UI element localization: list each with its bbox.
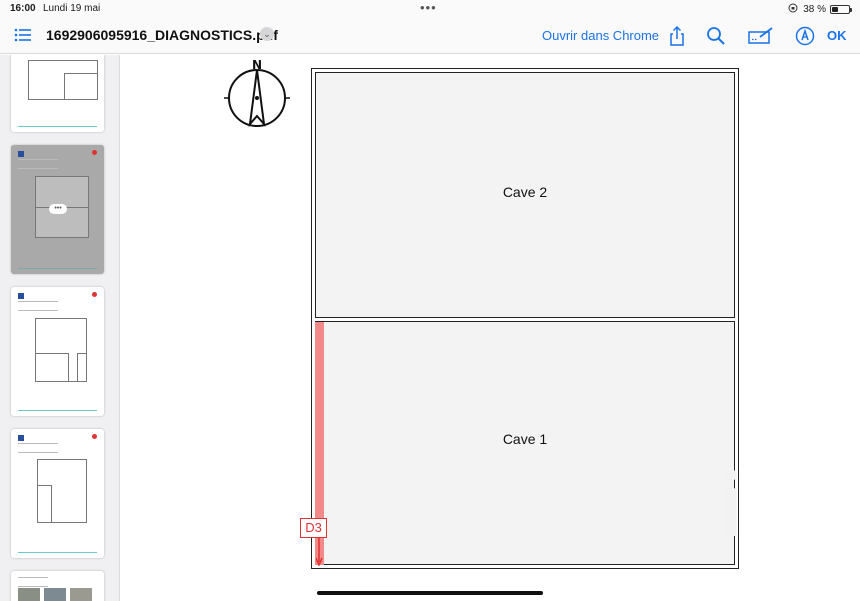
thumbnail-logo	[18, 435, 24, 441]
thumbnail-stamp	[92, 434, 97, 439]
markup-icon[interactable]	[748, 25, 774, 47]
thumbnail-photo	[18, 588, 40, 601]
thumbnail-stamp	[92, 292, 97, 297]
list-icon[interactable]	[14, 27, 32, 43]
document-title[interactable]: 1692906095916_DIAGNOSTICS.pdf	[46, 27, 278, 43]
page-thumbnail-1[interactable]	[11, 55, 104, 132]
orientation-lock-icon	[787, 3, 799, 16]
compass-icon: N	[223, 58, 291, 135]
battery-fill	[832, 7, 838, 12]
status-bar: 16:00 Lundi 19 mai ••• 38 %	[0, 0, 860, 18]
chevron-down-icon[interactable]: ⌄	[260, 27, 274, 41]
watermark-logo: i	[718, 456, 744, 556]
status-date: Lundi 19 mai	[43, 3, 101, 14]
thumbnail-plan-room	[35, 353, 69, 382]
pen-icon[interactable]	[794, 25, 816, 47]
thumbnail-header-text	[18, 301, 58, 311]
page-thumbnail-3[interactable]	[11, 287, 104, 416]
thumbnail-header-text	[18, 577, 48, 587]
status-time: 16:00	[10, 3, 36, 14]
page-thumbnail-2[interactable]: •••	[11, 145, 104, 274]
page-thumbnail-4[interactable]	[11, 429, 104, 558]
room-cave-1: Cave 1	[315, 321, 735, 565]
thumbnail-sidebar[interactable]: •••	[0, 55, 120, 601]
battery-icon	[830, 5, 852, 14]
search-icon[interactable]	[705, 25, 727, 47]
thumbnail-header-text	[18, 159, 58, 169]
thumbnail-photo	[70, 588, 92, 601]
home-indicator[interactable]	[317, 591, 543, 595]
thumbnail-footer	[18, 268, 97, 270]
thumbnail-logo	[18, 293, 24, 299]
thumbnail-plan-room	[37, 485, 52, 523]
share-icon[interactable]	[666, 25, 688, 47]
status-right: 38 %	[787, 3, 852, 16]
more-options-button[interactable]: •••	[49, 204, 67, 214]
marker-tag: D3	[300, 518, 327, 538]
thumbnail-photo	[44, 588, 66, 601]
toolbar: 1692906095916_DIAGNOSTICS.pdf ⌄ Ouvrir d…	[0, 18, 860, 54]
room-label: Cave 2	[502, 184, 548, 200]
marker-arrow-icon	[315, 538, 324, 571]
thumbnail-stamp	[92, 150, 97, 155]
done-button[interactable]: OK	[827, 28, 847, 43]
thumbnail-plan-room	[64, 73, 98, 100]
thumbnail-footer	[18, 410, 97, 412]
multitask-dots[interactable]: •••	[420, 0, 437, 15]
thumbnail-footer	[18, 126, 97, 128]
thumbnail-footer	[18, 552, 97, 554]
compass-north-label: N	[252, 58, 262, 72]
floor-plan: Cave 2 Cave 1	[311, 68, 739, 569]
page-thumbnail-5[interactable]	[11, 571, 104, 601]
battery-percent: 38 %	[803, 4, 826, 15]
room-label: Cave 1	[502, 431, 548, 447]
thumbnail-header-text	[18, 443, 58, 453]
open-in-chrome-button[interactable]: Ouvrir dans Chrome	[542, 28, 659, 43]
thumbnail-plan-room	[77, 353, 87, 382]
thumbnail-logo	[18, 151, 24, 157]
room-cave-2: Cave 2	[315, 72, 735, 318]
